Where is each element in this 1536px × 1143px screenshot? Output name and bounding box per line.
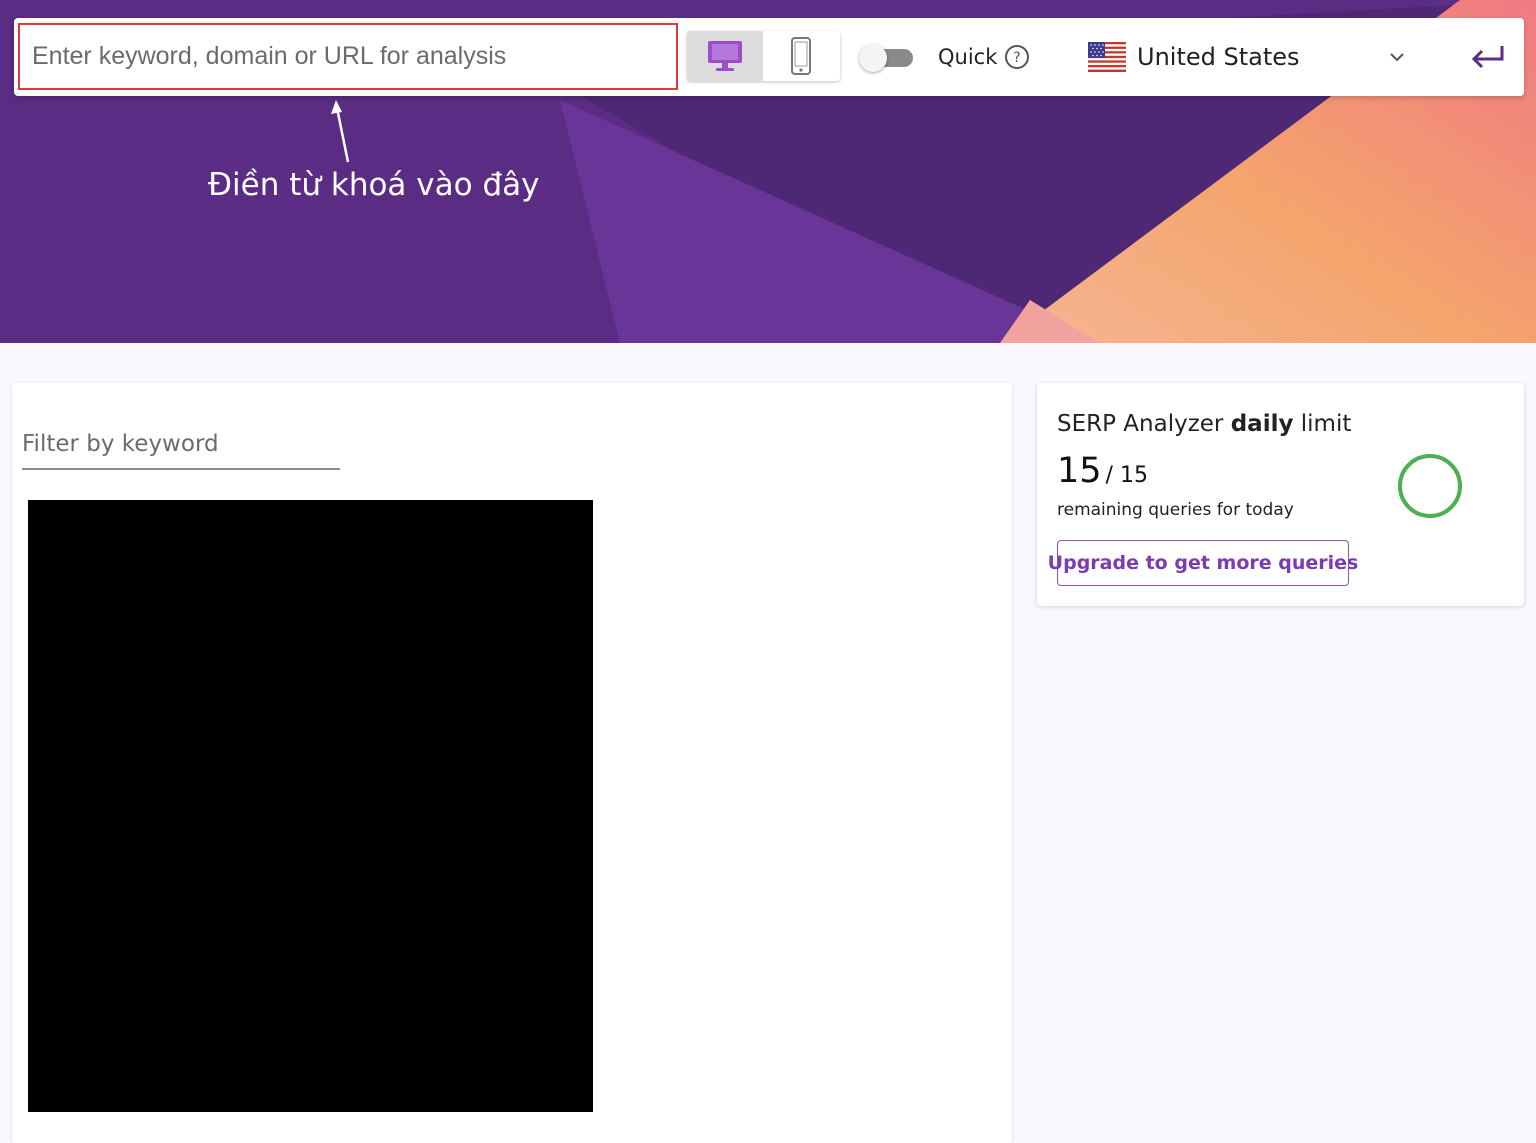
search-input[interactable] <box>20 25 676 88</box>
quick-label: Quick <box>938 45 998 69</box>
quick-toggle-knob <box>859 44 887 72</box>
filter-input[interactable] <box>22 420 340 470</box>
filter-field <box>22 420 340 472</box>
remaining-count: 15 <box>1057 451 1102 491</box>
enter-icon[interactable] <box>1470 44 1506 70</box>
annotation-arrow-icon <box>331 100 350 163</box>
usage-ring <box>1398 454 1462 518</box>
limit-title: SERP Analyzer daily limit <box>1057 411 1352 437</box>
mobile-icon <box>791 37 811 75</box>
total-count: / 15 <box>1105 463 1148 488</box>
redacted-content <box>28 500 593 1112</box>
desktop-button[interactable] <box>687 31 763 81</box>
mobile-button[interactable] <box>763 31 839 81</box>
device-toggle <box>687 31 840 81</box>
search-box <box>18 23 678 90</box>
help-icon[interactable]: ? <box>1004 44 1030 70</box>
usage-ring-arc <box>1398 454 1462 518</box>
chevron-down-icon[interactable] <box>1387 47 1407 67</box>
limit-subtitle: remaining queries for today <box>1057 500 1294 520</box>
annotation-text: Điền từ khoá vào đây <box>208 167 540 203</box>
country-name: United States <box>1137 43 1300 71</box>
upgrade-button[interactable]: Upgrade to get more queries <box>1048 540 1358 586</box>
country-select[interactable]: United States <box>1088 38 1300 76</box>
svg-text:?: ? <box>1013 50 1020 66</box>
quick-toggle[interactable] <box>859 44 913 72</box>
us-flag-icon <box>1088 42 1126 72</box>
desktop-icon <box>708 41 742 71</box>
search-bar: Quick ? United States <box>14 18 1524 96</box>
limit-count: 15/ 15 <box>1057 449 1148 493</box>
daily-limit-card: SERP Analyzer daily limit 15/ 15 remaini… <box>1037 383 1524 606</box>
